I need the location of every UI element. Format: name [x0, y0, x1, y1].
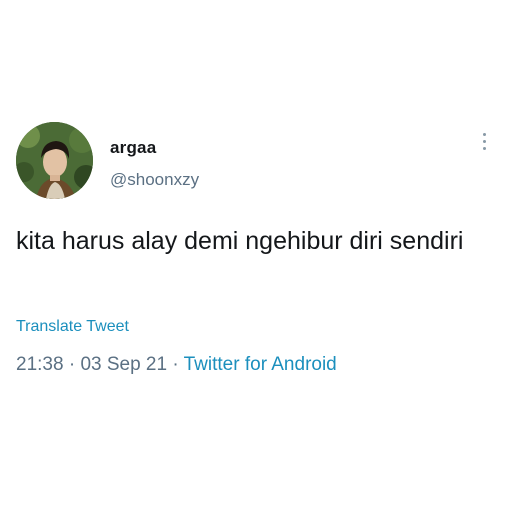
user-handle[interactable]: @shoonxzy	[110, 170, 199, 190]
tweet-date: 03 Sep 21	[80, 354, 168, 375]
tweet-card: argaa @shoonxzy kita harus alay demi nge…	[0, 0, 512, 512]
more-options-icon[interactable]	[479, 133, 489, 157]
meta-separator: ·	[172, 354, 179, 375]
translate-tweet-link[interactable]: Translate Tweet	[16, 318, 129, 336]
tweet-meta: 21:38 · 03 Sep 21 · Twitter for Android	[16, 354, 337, 376]
display-name[interactable]: argaa	[110, 138, 156, 158]
tweet-time: 21:38	[16, 354, 64, 375]
tweet-text: kita harus alay demi ngehibur diri sendi…	[16, 227, 464, 255]
meta-separator: ·	[68, 354, 76, 375]
tweet-source-link[interactable]: Twitter for Android	[184, 354, 337, 375]
avatar-image	[16, 122, 93, 199]
avatar[interactable]	[16, 122, 93, 199]
